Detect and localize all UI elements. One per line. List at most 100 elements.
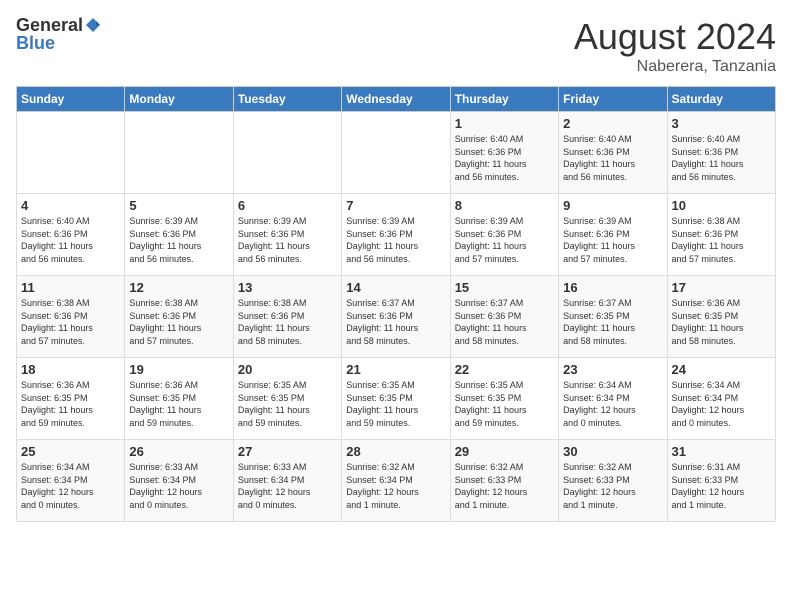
calendar-cell: 26 Sunrise: 6:33 AM Sunset: 6:34 PM Dayli… <box>125 440 233 522</box>
calendar-cell <box>17 112 125 194</box>
day-number: 27 <box>238 444 337 459</box>
weekday-header-saturday: Saturday <box>667 87 775 112</box>
logo-blue: Blue <box>16 33 55 53</box>
day-info: Sunrise: 6:33 AM Sunset: 6:34 PM Dayligh… <box>129 461 228 511</box>
day-info: Sunrise: 6:35 AM Sunset: 6:35 PM Dayligh… <box>346 379 445 429</box>
calendar-cell: 22 Sunrise: 6:35 AM Sunset: 6:35 PM Dayli… <box>450 358 558 440</box>
calendar-cell: 19 Sunrise: 6:36 AM Sunset: 6:35 PM Dayli… <box>125 358 233 440</box>
day-info: Sunrise: 6:39 AM Sunset: 6:36 PM Dayligh… <box>129 215 228 265</box>
day-info: Sunrise: 6:35 AM Sunset: 6:35 PM Dayligh… <box>455 379 554 429</box>
day-info: Sunrise: 6:38 AM Sunset: 6:36 PM Dayligh… <box>238 297 337 347</box>
calendar-cell: 5 Sunrise: 6:39 AM Sunset: 6:36 PM Daylig… <box>125 194 233 276</box>
weekday-header-thursday: Thursday <box>450 87 558 112</box>
logo: General Blue <box>16 16 103 54</box>
day-number: 29 <box>455 444 554 459</box>
day-number: 9 <box>563 198 662 213</box>
day-info: Sunrise: 6:32 AM Sunset: 6:34 PM Dayligh… <box>346 461 445 511</box>
calendar-week-5: 25Sunrise: 6:34 AM Sunset: 6:34 PM Dayli… <box>17 440 776 522</box>
day-number: 2 <box>563 116 662 131</box>
calendar-cell: 16 Sunrise: 6:37 AM Sunset: 6:35 PM Dayli… <box>559 276 667 358</box>
day-number: 12 <box>129 280 228 295</box>
logo-general: General <box>16 16 83 34</box>
calendar-cell: 10 Sunrise: 6:38 AM Sunset: 6:36 PM Dayli… <box>667 194 775 276</box>
calendar-cell: 13 Sunrise: 6:38 AM Sunset: 6:36 PM Dayli… <box>233 276 341 358</box>
day-number: 3 <box>672 116 771 131</box>
day-number: 22 <box>455 362 554 377</box>
day-info: Sunrise: 6:36 AM Sunset: 6:35 PM Dayligh… <box>21 379 120 429</box>
day-number: 5 <box>129 198 228 213</box>
calendar-cell: 1 Sunrise: 6:40 AM Sunset: 6:36 PM Daylig… <box>450 112 558 194</box>
calendar-cell: 7Sunrise: 6:39 AM Sunset: 6:36 PM Daylig… <box>342 194 450 276</box>
calendar-cell: 11Sunrise: 6:38 AM Sunset: 6:36 PM Dayli… <box>17 276 125 358</box>
day-info: Sunrise: 6:33 AM Sunset: 6:34 PM Dayligh… <box>238 461 337 511</box>
day-number: 19 <box>129 362 228 377</box>
calendar-cell: 23Sunrise: 6:34 AM Sunset: 6:34 PM Dayli… <box>559 358 667 440</box>
calendar-cell: 4 Sunrise: 6:40 AM Sunset: 6:36 PM Daylig… <box>17 194 125 276</box>
day-number: 31 <box>672 444 771 459</box>
calendar-cell: 24Sunrise: 6:34 AM Sunset: 6:34 PM Dayli… <box>667 358 775 440</box>
calendar-cell: 6Sunrise: 6:39 AM Sunset: 6:36 PM Daylig… <box>233 194 341 276</box>
day-info: Sunrise: 6:36 AM Sunset: 6:35 PM Dayligh… <box>129 379 228 429</box>
day-number: 10 <box>672 198 771 213</box>
day-number: 4 <box>21 198 120 213</box>
day-number: 30 <box>563 444 662 459</box>
weekday-header-wednesday: Wednesday <box>342 87 450 112</box>
page-header: General Blue August 2024 Naberera, Tanza… <box>16 16 776 76</box>
day-info: Sunrise: 6:34 AM Sunset: 6:34 PM Dayligh… <box>563 379 662 429</box>
day-info: Sunrise: 6:32 AM Sunset: 6:33 PM Dayligh… <box>455 461 554 511</box>
day-info: Sunrise: 6:38 AM Sunset: 6:36 PM Dayligh… <box>672 215 771 265</box>
calendar-cell: 3 Sunrise: 6:40 AM Sunset: 6:36 PM Daylig… <box>667 112 775 194</box>
calendar-body: 1 Sunrise: 6:40 AM Sunset: 6:36 PM Daylig… <box>17 112 776 522</box>
calendar-cell <box>342 112 450 194</box>
calendar-cell <box>233 112 341 194</box>
weekday-header-monday: Monday <box>125 87 233 112</box>
calendar-cell: 29 Sunrise: 6:32 AM Sunset: 6:33 PM Dayli… <box>450 440 558 522</box>
calendar-cell: 28 Sunrise: 6:32 AM Sunset: 6:34 PM Dayli… <box>342 440 450 522</box>
calendar-cell <box>125 112 233 194</box>
day-number: 15 <box>455 280 554 295</box>
day-info: Sunrise: 6:40 AM Sunset: 6:36 PM Dayligh… <box>672 133 771 183</box>
weekday-header-row: SundayMondayTuesdayWednesdayThursdayFrid… <box>17 87 776 112</box>
day-info: Sunrise: 6:31 AM Sunset: 6:33 PM Dayligh… <box>672 461 771 511</box>
day-number: 28 <box>346 444 445 459</box>
calendar-cell: 30 Sunrise: 6:32 AM Sunset: 6:33 PM Dayli… <box>559 440 667 522</box>
calendar-header: SundayMondayTuesdayWednesdayThursdayFrid… <box>17 87 776 112</box>
day-info: Sunrise: 6:37 AM Sunset: 6:35 PM Dayligh… <box>563 297 662 347</box>
day-number: 1 <box>455 116 554 131</box>
day-info: Sunrise: 6:40 AM Sunset: 6:36 PM Dayligh… <box>563 133 662 183</box>
day-info: Sunrise: 6:40 AM Sunset: 6:36 PM Dayligh… <box>455 133 554 183</box>
calendar-cell: 8 Sunrise: 6:39 AM Sunset: 6:36 PM Daylig… <box>450 194 558 276</box>
title-block: August 2024 Naberera, Tanzania <box>574 16 776 76</box>
calendar-cell: 12 Sunrise: 6:38 AM Sunset: 6:36 PM Dayli… <box>125 276 233 358</box>
day-number: 8 <box>455 198 554 213</box>
day-number: 25 <box>21 444 120 459</box>
calendar-table: SundayMondayTuesdayWednesdayThursdayFrid… <box>16 86 776 522</box>
weekday-header-sunday: Sunday <box>17 87 125 112</box>
day-info: Sunrise: 6:37 AM Sunset: 6:36 PM Dayligh… <box>346 297 445 347</box>
calendar-cell: 15 Sunrise: 6:37 AM Sunset: 6:36 PM Dayli… <box>450 276 558 358</box>
day-number: 26 <box>129 444 228 459</box>
day-info: Sunrise: 6:36 AM Sunset: 6:35 PM Dayligh… <box>672 297 771 347</box>
day-info: Sunrise: 6:35 AM Sunset: 6:35 PM Dayligh… <box>238 379 337 429</box>
calendar-week-2: 4 Sunrise: 6:40 AM Sunset: 6:36 PM Daylig… <box>17 194 776 276</box>
day-number: 13 <box>238 280 337 295</box>
day-info: Sunrise: 6:37 AM Sunset: 6:36 PM Dayligh… <box>455 297 554 347</box>
day-info: Sunrise: 6:39 AM Sunset: 6:36 PM Dayligh… <box>563 215 662 265</box>
day-number: 18 <box>21 362 120 377</box>
day-number: 17 <box>672 280 771 295</box>
day-info: Sunrise: 6:39 AM Sunset: 6:36 PM Dayligh… <box>455 215 554 265</box>
calendar-cell: 27 Sunrise: 6:33 AM Sunset: 6:34 PM Dayli… <box>233 440 341 522</box>
calendar-cell: 31 Sunrise: 6:31 AM Sunset: 6:33 PM Dayli… <box>667 440 775 522</box>
day-info: Sunrise: 6:40 AM Sunset: 6:36 PM Dayligh… <box>21 215 120 265</box>
day-info: Sunrise: 6:38 AM Sunset: 6:36 PM Dayligh… <box>21 297 120 347</box>
logo-icon <box>84 16 102 34</box>
calendar-cell: 18 Sunrise: 6:36 AM Sunset: 6:35 PM Dayli… <box>17 358 125 440</box>
day-number: 7 <box>346 198 445 213</box>
day-info: Sunrise: 6:34 AM Sunset: 6:34 PM Dayligh… <box>672 379 771 429</box>
day-info: Sunrise: 6:32 AM Sunset: 6:33 PM Dayligh… <box>563 461 662 511</box>
day-number: 16 <box>563 280 662 295</box>
day-number: 6 <box>238 198 337 213</box>
weekday-header-friday: Friday <box>559 87 667 112</box>
calendar-week-1: 1 Sunrise: 6:40 AM Sunset: 6:36 PM Daylig… <box>17 112 776 194</box>
day-info: Sunrise: 6:38 AM Sunset: 6:36 PM Dayligh… <box>129 297 228 347</box>
